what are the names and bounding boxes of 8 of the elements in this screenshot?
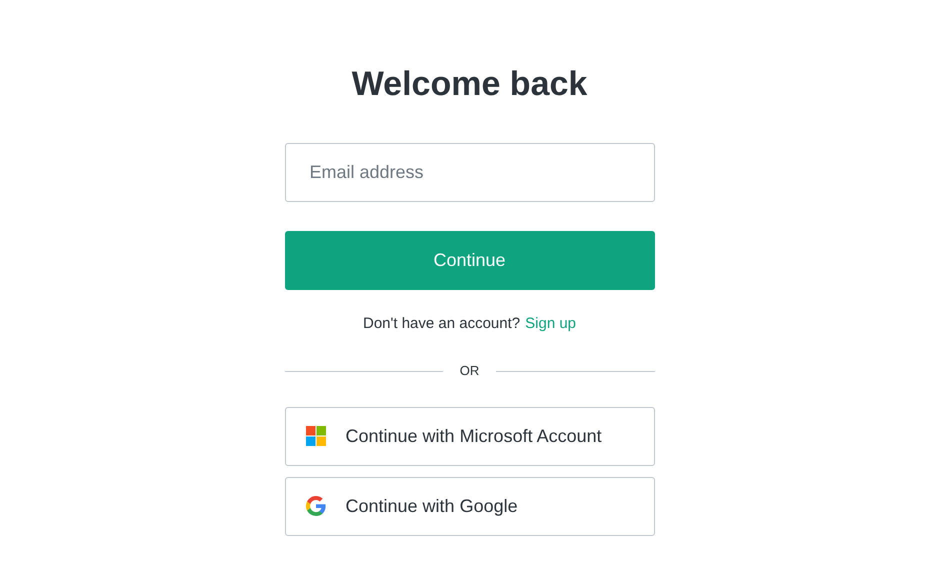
g-logo-icon [304,495,326,518]
email-field[interactable]: Email address [284,142,654,202]
windows-logo-icon [304,425,326,448]
divider-label: OR [458,362,480,380]
page-title: Welcome back [350,64,588,105]
microsoft-signin-button[interactable]: Continue with Microsoft Account [284,406,654,466]
google-signin-button[interactable]: Continue with Google [284,476,654,536]
signup-prompt: Don't have an account? [362,314,520,332]
